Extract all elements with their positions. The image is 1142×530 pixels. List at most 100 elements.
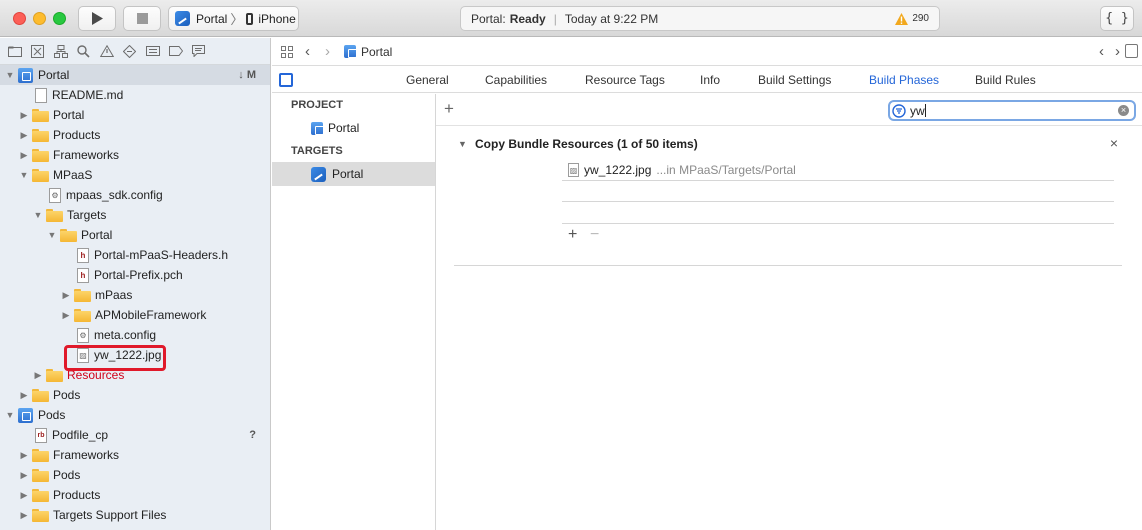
scheme-target-label: Portal: [196, 11, 228, 26]
folder-icon: [32, 108, 49, 122]
add-resource-button[interactable]: +: [568, 226, 577, 244]
folder-icon: [74, 288, 91, 302]
tree-item-headers-h[interactable]: h Portal-mPaaS-Headers.h: [0, 245, 270, 265]
symbol-navigator-icon[interactable]: [52, 43, 69, 60]
add-build-phase-button[interactable]: +: [444, 99, 454, 119]
tree-item-mpaas-folder[interactable]: ▶ mPaas: [0, 285, 270, 305]
disclosure-closed-icon[interactable]: ▶: [61, 290, 71, 301]
tree-item-mpaas-sdk-config[interactable]: ⚙ mpaas_sdk.config: [0, 185, 270, 205]
stop-button[interactable]: [123, 6, 161, 31]
back-arrow-icon[interactable]: ‹: [305, 43, 310, 60]
breadcrumb[interactable]: Portal: [361, 45, 392, 59]
disclosure-closed-icon[interactable]: ▶: [19, 490, 29, 501]
xcode-project-icon: [18, 67, 33, 83]
text-cursor: [924, 104, 926, 117]
clear-filter-icon[interactable]: ×: [1118, 105, 1129, 116]
disclosure-open-icon[interactable]: ▼: [19, 170, 29, 180]
toggle-targets-list-icon[interactable]: [279, 73, 293, 87]
tree-item-pods-group[interactable]: ▶ Pods: [0, 385, 270, 405]
empty-resource-row: [562, 181, 1114, 202]
project-editor: ‹ › Portal ‹ › General Capabilities Reso…: [272, 38, 1142, 530]
tree-item-products[interactable]: ▶ Products: [0, 125, 270, 145]
scheme-selector[interactable]: Portal 〉 iPhone: [168, 6, 299, 31]
tree-item-pods-project[interactable]: ▼ Pods: [0, 405, 270, 425]
tree-item-pods-frameworks[interactable]: ▶ Frameworks: [0, 445, 270, 465]
filter-field[interactable]: yw ×: [888, 100, 1136, 121]
disclosure-closed-icon[interactable]: ▶: [19, 390, 29, 401]
tree-item-pods-products[interactable]: ▶ Products: [0, 485, 270, 505]
disclosure-open-icon[interactable]: ▼: [5, 410, 15, 420]
target-item-portal[interactable]: Portal: [272, 162, 435, 186]
next-issue-icon[interactable]: ›: [1115, 43, 1120, 60]
tree-item-label: Targets: [67, 208, 107, 222]
close-window-button[interactable]: [13, 12, 26, 25]
tab-build-settings[interactable]: Build Settings: [758, 73, 831, 87]
tree-item-readme[interactable]: README.md: [0, 85, 270, 105]
folder-icon: [32, 508, 49, 522]
report-navigator-icon[interactable]: [190, 43, 207, 60]
resource-row[interactable]: ▨ yw_1222.jpg ...in MPaaS/Targets/Portal: [562, 160, 1114, 181]
disclosure-closed-icon[interactable]: ▶: [19, 110, 29, 121]
disclosure-closed-icon[interactable]: ▶: [61, 310, 71, 321]
tree-item-targets-support-files[interactable]: ▶ Targets Support Files: [0, 505, 270, 525]
tree-item-label: Portal: [38, 68, 70, 82]
tab-resource-tags[interactable]: Resource Tags: [585, 73, 665, 87]
tree-item-label: Portal-Prefix.pch: [94, 268, 183, 282]
phase-title[interactable]: Copy Bundle Resources (1 of 50 items): [475, 137, 698, 151]
red-highlight-box: [64, 345, 166, 371]
code-editor-toggle[interactable]: { }: [1100, 6, 1134, 31]
add-editor-icon[interactable]: [1125, 44, 1138, 58]
tree-item-label: mpaas_sdk.config: [66, 188, 163, 202]
disclosure-open-icon[interactable]: ▼: [47, 230, 57, 240]
tree-item-meta-config[interactable]: ⚙ meta.config: [0, 325, 270, 345]
tree-item-apmobileframework[interactable]: ▶ APMobileFramework: [0, 305, 270, 325]
filter-input[interactable]: yw: [910, 104, 925, 118]
tree-item-portal-group[interactable]: ▶ Portal: [0, 105, 270, 125]
zoom-window-button[interactable]: [53, 12, 66, 25]
tree-item-pods-pods[interactable]: ▶ Pods: [0, 465, 270, 485]
disclosure-closed-icon[interactable]: ▶: [33, 370, 43, 381]
disclosure-closed-icon[interactable]: ▶: [19, 130, 29, 141]
image-file-icon: ▨: [568, 163, 579, 177]
warning-badge[interactable]: 290: [895, 12, 929, 25]
disclosure-closed-icon[interactable]: ▶: [19, 450, 29, 461]
test-navigator-icon[interactable]: [121, 43, 138, 60]
disclosure-closed-icon[interactable]: ▶: [19, 510, 29, 521]
project-item-portal[interactable]: Portal: [272, 116, 435, 140]
braces-icon: { }: [1105, 11, 1129, 26]
disclosure-open-icon[interactable]: ▼: [33, 210, 43, 220]
tab-build-rules[interactable]: Build Rules: [975, 73, 1036, 87]
disclosure-open-icon[interactable]: ▼: [458, 139, 467, 149]
run-button[interactable]: [78, 6, 116, 31]
find-navigator-icon[interactable]: [75, 43, 92, 60]
previous-issue-icon[interactable]: ‹: [1099, 43, 1104, 60]
related-items-icon[interactable]: [281, 45, 293, 58]
disclosure-closed-icon[interactable]: ▶: [19, 470, 29, 481]
delete-phase-icon[interactable]: ×: [1110, 135, 1118, 151]
tree-item-label: Podfile_cp: [52, 428, 109, 442]
folder-navigator-icon[interactable]: [6, 43, 23, 60]
build-phases-pane: + yw × ▼ Copy Bundle Resources (1 of 50 …: [436, 94, 1142, 530]
tab-build-phases[interactable]: Build Phases: [869, 73, 939, 87]
tab-info[interactable]: Info: [700, 73, 720, 87]
tree-item-podfile-cp[interactable]: rb Podfile_cp ?: [0, 425, 270, 445]
disclosure-closed-icon[interactable]: ▶: [19, 150, 29, 161]
tree-item-label: README.md: [52, 88, 124, 102]
issue-navigator-icon[interactable]: [98, 43, 115, 60]
remove-resource-button[interactable]: −: [590, 226, 599, 244]
tree-item-frameworks[interactable]: ▶ Frameworks: [0, 145, 270, 165]
tree-item-prefix-pch[interactable]: h Portal-Prefix.pch: [0, 265, 270, 285]
tree-item-portal-folder[interactable]: ▼ Portal: [0, 225, 270, 245]
tree-item-mpaas[interactable]: ▼ MPaaS: [0, 165, 270, 185]
minimize-window-button[interactable]: [33, 12, 46, 25]
disclosure-open-icon[interactable]: ▼: [5, 70, 15, 80]
source-control-navigator-icon[interactable]: [29, 43, 46, 60]
xcode-project-icon: [344, 45, 357, 58]
debug-navigator-icon[interactable]: [144, 43, 161, 60]
tree-item-portal-project[interactable]: ▼ Portal ↓ M: [0, 65, 270, 85]
tab-general[interactable]: General: [406, 73, 449, 87]
breakpoint-navigator-icon[interactable]: [167, 43, 184, 60]
tree-item-targets[interactable]: ▼ Targets: [0, 205, 270, 225]
forward-arrow-icon[interactable]: ›: [325, 43, 330, 60]
tab-capabilities[interactable]: Capabilities: [485, 73, 547, 87]
